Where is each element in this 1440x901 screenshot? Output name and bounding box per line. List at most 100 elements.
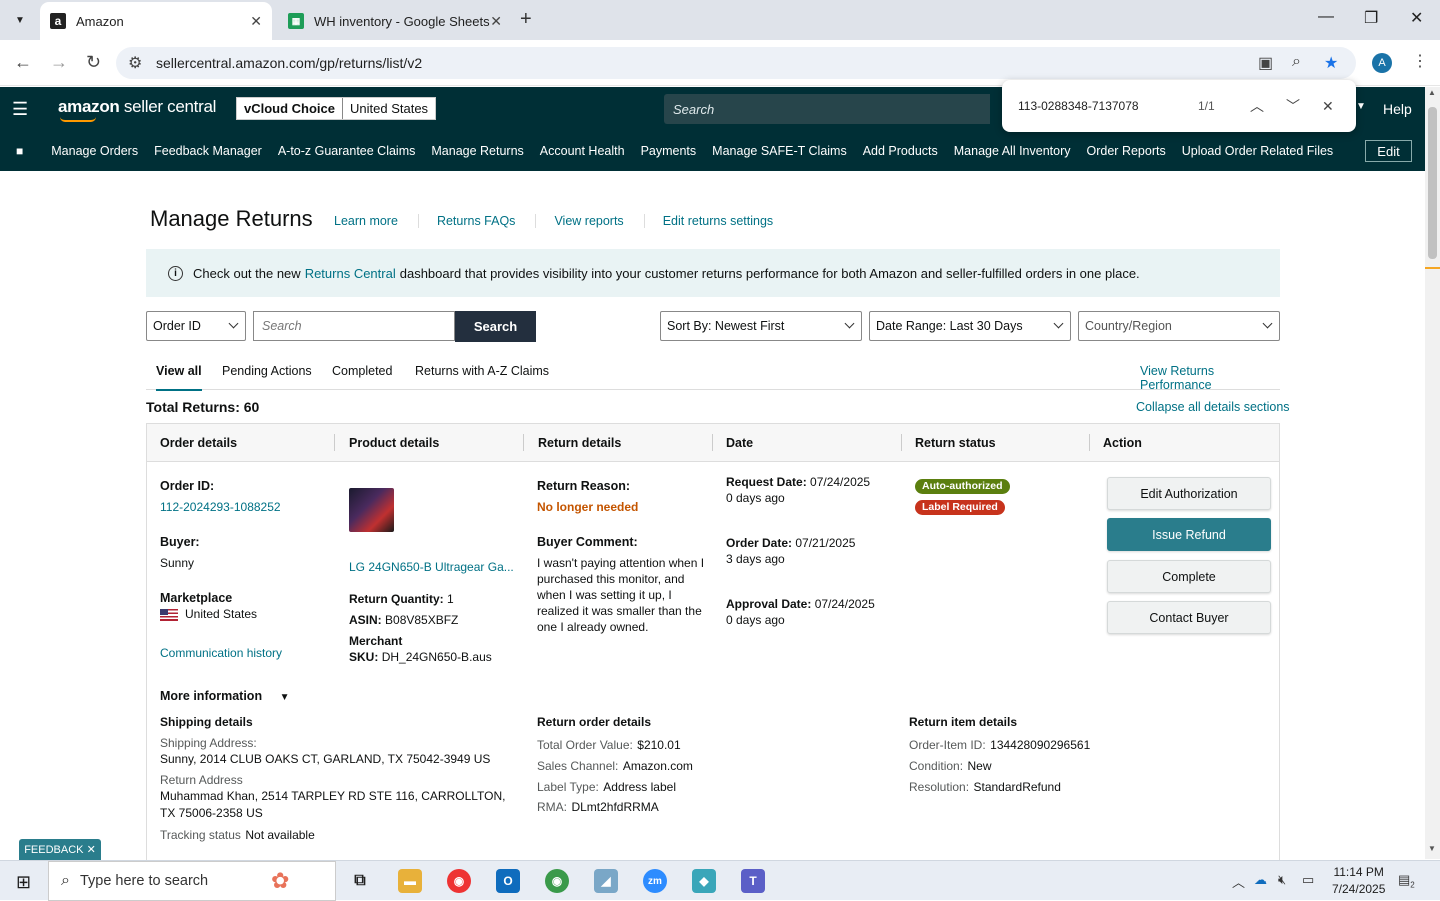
- order-ago: 3 days ago: [726, 552, 785, 566]
- url-bar[interactable]: ⚙ sellercentral.amazon.com/gp/returns/li…: [116, 47, 1356, 79]
- collapse-all-link[interactable]: Collapse all details sections: [1136, 400, 1290, 414]
- feedback-tab[interactable]: FEEDBACK ✕: [19, 839, 101, 860]
- find-previous-icon[interactable]: ︿: [1250, 96, 1264, 116]
- notifications-icon[interactable]: ▤2: [1398, 872, 1415, 890]
- nav-safet-claims[interactable]: Manage SAFE-T Claims: [712, 144, 847, 158]
- buyer-name: Sunny: [160, 556, 195, 570]
- teams-icon[interactable]: T: [741, 869, 765, 893]
- find-close-icon[interactable]: ✕: [1322, 98, 1334, 115]
- zoom-icon[interactable]: ⌕: [1292, 53, 1301, 71]
- outlook-icon[interactable]: O: [496, 869, 520, 893]
- file-explorer-icon[interactable]: ▬: [398, 869, 422, 893]
- find-input[interactable]: 113-0288348-7137078: [1018, 99, 1139, 113]
- find-next-icon[interactable]: ﹀: [1286, 96, 1300, 116]
- hamburger-menu-icon[interactable]: ☰: [12, 99, 28, 120]
- search-type-select[interactable]: Order ID: [146, 311, 246, 341]
- onedrive-icon[interactable]: ☁: [1254, 872, 1267, 888]
- seller-search-input[interactable]: Search: [664, 94, 990, 124]
- scroll-thumb[interactable]: [1428, 107, 1437, 259]
- product-thumbnail[interactable]: [349, 488, 394, 532]
- help-link[interactable]: Help: [1383, 101, 1412, 117]
- subtab-view-all[interactable]: View all: [156, 364, 202, 391]
- caret-down-icon[interactable]: ▼: [1356, 101, 1366, 112]
- bookmark-star-icon[interactable]: ★: [1324, 53, 1338, 73]
- more-information-toggle[interactable]: More information ▼: [160, 689, 289, 703]
- store-region: United States: [350, 101, 429, 116]
- nav-upload-files[interactable]: Upload Order Related Files: [1182, 144, 1333, 158]
- tray-chevron-icon[interactable]: ︿: [1232, 872, 1245, 891]
- browser-menu-icon[interactable]: ⋮: [1412, 51, 1428, 71]
- minimize-icon[interactable]: —: [1318, 8, 1334, 26]
- close-tab-icon[interactable]: ✕: [490, 13, 502, 30]
- task-view-icon[interactable]: ⧉: [348, 869, 372, 893]
- nav-feedback-manager[interactable]: Feedback Manager: [154, 144, 262, 158]
- app-icon[interactable]: ◢: [594, 869, 618, 893]
- shipping-address-label: Shipping Address:: [160, 736, 257, 750]
- complete-button[interactable]: Complete: [1107, 560, 1271, 593]
- find-in-page-icon[interactable]: ▣: [1258, 53, 1273, 73]
- seller-central-logo[interactable]: amazon seller central: [58, 97, 216, 117]
- tab-wh-inventory[interactable]: ▦ WH inventory - Google Sheets ✕: [280, 2, 510, 40]
- new-tab-plus-icon[interactable]: +: [520, 8, 532, 31]
- contact-buyer-button[interactable]: Contact Buyer: [1107, 601, 1271, 634]
- nav-account-health[interactable]: Account Health: [540, 144, 625, 158]
- nav-order-reports[interactable]: Order Reports: [1087, 144, 1166, 158]
- taskbar-clock[interactable]: 11:14 PM 7/24/2025: [1332, 864, 1385, 898]
- nav-manage-orders[interactable]: Manage Orders: [51, 144, 138, 158]
- subtab-pending[interactable]: Pending Actions: [222, 364, 312, 378]
- app-diamond-icon[interactable]: ◆: [692, 869, 716, 893]
- returns-central-link[interactable]: Returns Central: [305, 266, 396, 281]
- rma-label: RMA:: [537, 800, 567, 814]
- volume-muted-icon[interactable]: 🔇︎: [1278, 872, 1286, 888]
- tab-title: Amazon: [76, 13, 124, 29]
- bookmark-icon[interactable]: ■: [16, 144, 23, 158]
- date-range-select[interactable]: Date Range: Last 30 Days: [869, 311, 1071, 341]
- close-tab-icon[interactable]: ✕: [250, 13, 262, 30]
- windows-start-icon[interactable]: ⊞: [16, 872, 31, 893]
- profile-avatar[interactable]: A: [1372, 53, 1392, 73]
- nav-add-products[interactable]: Add Products: [863, 144, 938, 158]
- network-icon[interactable]: ▭: [1302, 872, 1314, 888]
- restore-window-icon[interactable]: ❐: [1364, 8, 1378, 28]
- order-id-label: Order ID:: [160, 479, 215, 493]
- site-settings-icon[interactable]: ⚙: [128, 53, 142, 73]
- close-window-icon[interactable]: ✕: [1410, 8, 1423, 28]
- edit-nav-button[interactable]: Edit: [1365, 140, 1412, 162]
- taskbar-search-input[interactable]: ⌕ Type here to search ✿: [48, 861, 336, 901]
- order-id-link[interactable]: 112-2024293-1088252: [160, 500, 281, 514]
- tab-amazon[interactable]: a Amazon ✕: [40, 2, 272, 40]
- edit-settings-link[interactable]: Edit returns settings: [663, 214, 793, 228]
- nav-manage-returns[interactable]: Manage Returns: [431, 144, 523, 158]
- close-icon[interactable]: ✕: [87, 843, 96, 856]
- product-name-link[interactable]: LG 24GN650-B Ultragear Ga...: [349, 560, 514, 574]
- edit-authorization-button[interactable]: Edit Authorization: [1107, 477, 1271, 510]
- communication-history-link[interactable]: Communication history: [160, 646, 282, 660]
- tab-search-chevron-icon[interactable]: ▼: [8, 8, 32, 32]
- subtab-completed[interactable]: Completed: [332, 364, 392, 378]
- returns-search-input[interactable]: Search: [253, 311, 455, 341]
- subtab-az-claims[interactable]: Returns with A-Z Claims: [415, 364, 549, 378]
- scroll-down-icon[interactable]: ▼: [1428, 844, 1436, 853]
- request-ago: 0 days ago: [726, 491, 785, 505]
- view-reports-link[interactable]: View reports: [554, 214, 645, 228]
- search-button[interactable]: Search: [455, 311, 536, 342]
- store-selector[interactable]: vCloud Choice United States: [236, 97, 437, 120]
- chrome-profile-icon[interactable]: ◉: [545, 869, 569, 893]
- reload-icon[interactable]: ↻: [86, 52, 101, 73]
- page-scrollbar[interactable]: ▲ ▼: [1425, 87, 1440, 859]
- country-select[interactable]: Country/Region: [1078, 311, 1280, 341]
- chrome-icon[interactable]: ◉: [447, 869, 471, 893]
- zoom-app-icon[interactable]: zm: [643, 869, 667, 893]
- issue-refund-button[interactable]: Issue Refund: [1107, 518, 1271, 551]
- learn-more-link[interactable]: Learn more: [334, 214, 419, 228]
- forward-arrow-icon[interactable]: →: [50, 52, 68, 73]
- scroll-up-icon[interactable]: ▲: [1428, 88, 1436, 97]
- nav-payments[interactable]: Payments: [641, 144, 697, 158]
- sort-select[interactable]: Sort By: Newest First: [660, 311, 862, 341]
- nav-atoz-claims[interactable]: A-to-z Guarantee Claims: [278, 144, 416, 158]
- view-performance-link[interactable]: View Returns Performance: [1140, 364, 1280, 392]
- back-arrow-icon[interactable]: ←: [14, 52, 32, 73]
- nav-manage-inventory[interactable]: Manage All Inventory: [954, 144, 1071, 158]
- returns-faqs-link[interactable]: Returns FAQs: [437, 214, 537, 228]
- resolution-label: Resolution:: [909, 780, 970, 794]
